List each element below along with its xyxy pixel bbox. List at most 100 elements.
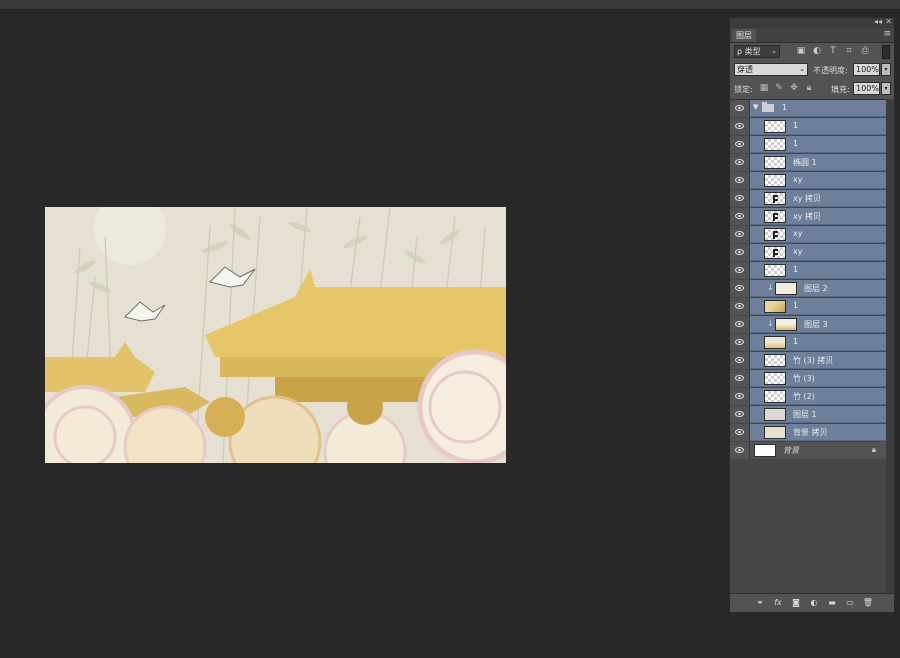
lock-transparent-pixels-icon[interactable]: ▦ xyxy=(759,83,769,93)
filter-pixel-icon[interactable]: ▣ xyxy=(796,46,806,56)
layer-name: xy xyxy=(793,247,803,256)
layer-thumbnail xyxy=(764,174,786,187)
filter-kind-select[interactable]: ρ 类型 ⌄ xyxy=(734,45,780,58)
layer-row[interactable]: 1 xyxy=(730,136,886,153)
visibility-toggle[interactable] xyxy=(730,298,750,315)
fill-field[interactable]: 100% xyxy=(853,82,880,95)
eye-icon xyxy=(735,375,744,381)
opacity-field[interactable]: 100% xyxy=(853,63,880,76)
eye-icon xyxy=(735,213,744,219)
add-layer-mask-icon[interactable]: ◙ xyxy=(790,597,802,609)
eye-icon xyxy=(735,285,744,291)
visibility-toggle[interactable] xyxy=(730,316,750,333)
layer-row[interactable]: xy 拷贝 xyxy=(730,208,886,225)
eye-icon xyxy=(735,303,744,309)
delete-layer-icon[interactable]: 🗑︎ xyxy=(862,597,874,609)
visibility-toggle[interactable] xyxy=(730,388,750,405)
layer-row[interactable]: 竹 (3) 拷贝 xyxy=(730,352,886,369)
add-layer-style-icon[interactable]: fx xyxy=(772,597,784,609)
visibility-toggle[interactable] xyxy=(730,334,750,351)
layer-name: 1 xyxy=(793,337,799,346)
layer-thumbnail xyxy=(764,300,786,313)
visibility-toggle[interactable] xyxy=(730,280,750,297)
filter-adjustment-icon[interactable]: ◐ xyxy=(812,46,822,56)
expand-arrow-icon[interactable]: ▼ xyxy=(753,103,758,111)
new-layer-icon[interactable]: ▭ xyxy=(844,597,856,609)
layer-row[interactable]: xy xyxy=(730,226,886,243)
layer-row[interactable]: 竹 (3) xyxy=(730,370,886,387)
opacity-dropdown-icon[interactable]: ▾ xyxy=(881,63,891,76)
visibility-toggle[interactable] xyxy=(730,190,750,207)
layer-name: 背景 xyxy=(783,446,799,455)
filter-shape-icon[interactable]: ⌗ xyxy=(844,46,854,56)
visibility-toggle[interactable] xyxy=(730,352,750,369)
layer-row[interactable]: 1 xyxy=(730,334,886,351)
layer-name: 1 xyxy=(793,139,799,148)
layer-name: 图层 1 xyxy=(793,410,817,419)
lock-icon: 🔒︎ xyxy=(871,445,876,454)
layer-thumbnail xyxy=(764,120,786,133)
visibility-toggle[interactable] xyxy=(730,424,750,441)
visibility-toggle[interactable] xyxy=(730,100,750,117)
layer-row[interactable]: 1 xyxy=(730,118,886,135)
eye-icon xyxy=(735,339,744,345)
close-panel-icon[interactable]: ✕ xyxy=(885,17,892,26)
link-layers-icon[interactable]: ⚭ xyxy=(754,597,766,609)
visibility-toggle[interactable] xyxy=(730,118,750,135)
layer-name: xy xyxy=(793,229,803,238)
tab-layers[interactable]: 图层 xyxy=(732,29,756,42)
visibility-toggle[interactable] xyxy=(730,136,750,153)
panel-title-bar: ◂◂ ✕ xyxy=(730,17,894,28)
filter-smart-object-icon[interactable]: ⎙ xyxy=(860,46,870,56)
layer-name: 1 xyxy=(782,103,788,112)
layer-thumbnail xyxy=(764,156,786,169)
layer-row[interactable]: 椭圆 1 xyxy=(730,154,886,171)
visibility-toggle[interactable] xyxy=(730,406,750,423)
visibility-toggle[interactable] xyxy=(730,244,750,261)
new-group-icon[interactable]: ▬ xyxy=(826,597,838,609)
lock-all-icon[interactable]: 🔒︎ xyxy=(804,83,814,93)
eye-icon xyxy=(735,429,744,435)
layer-row[interactable]: xy 拷贝 xyxy=(730,190,886,207)
layer-row[interactable]: 1 xyxy=(730,298,886,315)
layer-row[interactable]: 图层 1 xyxy=(730,406,886,423)
visibility-toggle[interactable] xyxy=(730,262,750,279)
filter-type-icon[interactable]: T xyxy=(828,46,838,56)
panel-menu-icon[interactable]: ≡ xyxy=(883,29,891,39)
layers-scrollbar[interactable] xyxy=(886,99,894,594)
collapse-panel-icon[interactable]: ◂◂ xyxy=(874,17,882,26)
layer-thumbnail xyxy=(764,354,786,367)
visibility-toggle[interactable] xyxy=(730,442,750,459)
layer-name: 图层 3 xyxy=(804,320,828,329)
layer-row-group[interactable]: ▼ 1 xyxy=(730,100,886,117)
lock-image-pixels-icon[interactable]: ✎ xyxy=(774,83,784,93)
layer-name: 1 xyxy=(793,121,799,130)
new-adjustment-layer-icon[interactable]: ◐ xyxy=(808,597,820,609)
filter-toggle-switch[interactable] xyxy=(882,45,890,59)
layer-row[interactable]: xy xyxy=(730,172,886,189)
visibility-toggle[interactable] xyxy=(730,208,750,225)
blend-mode-select[interactable]: 穿透 ⌄ xyxy=(734,63,808,76)
chevron-down-icon: ⌄ xyxy=(799,65,805,73)
layer-row[interactable]: 竹 (2) xyxy=(730,388,886,405)
layer-filter-row: ρ 类型 ⌄ ▣ ◐ T ⌗ ⎙ xyxy=(730,43,894,61)
visibility-toggle[interactable] xyxy=(730,172,750,189)
visibility-toggle[interactable] xyxy=(730,370,750,387)
layer-row-background[interactable]: 背景 🔒︎ xyxy=(730,442,886,459)
layer-name: xy 拷贝 xyxy=(793,194,822,203)
layer-row-clipped[interactable]: ↓ 图层 3 xyxy=(730,316,886,333)
document-canvas[interactable] xyxy=(45,207,506,463)
layer-name: 背景 拷贝 xyxy=(793,428,828,437)
visibility-toggle[interactable] xyxy=(730,154,750,171)
layer-row[interactable]: xy xyxy=(730,244,886,261)
layer-row[interactable]: 1 xyxy=(730,262,886,279)
layer-row[interactable]: 背景 拷贝 xyxy=(730,424,886,441)
lock-fill-row: 锁定: ▦ ✎ ✥ 🔒︎ 填充: 100% ▾ xyxy=(730,80,894,98)
visibility-toggle[interactable] xyxy=(730,226,750,243)
fill-dropdown-icon[interactable]: ▾ xyxy=(881,82,891,95)
layer-row-clipped[interactable]: ↓ 图层 2 xyxy=(730,280,886,297)
blend-mode-value: 穿透 xyxy=(737,65,753,74)
eye-icon xyxy=(735,159,744,165)
lock-position-icon[interactable]: ✥ xyxy=(789,83,799,93)
layer-name: 1 xyxy=(793,301,799,310)
